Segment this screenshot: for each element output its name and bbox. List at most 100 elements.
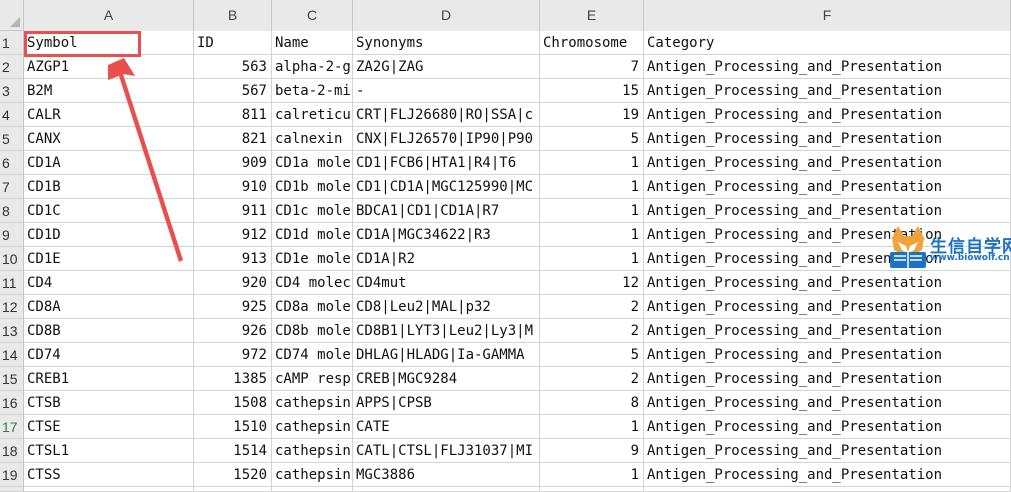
cell-f4[interactable]: Antigen_Processing_and_Presentation bbox=[644, 103, 1011, 127]
cell-a10[interactable]: CD1E bbox=[24, 247, 194, 271]
cell-e15[interactable]: 2 bbox=[540, 367, 644, 391]
cell-a17[interactable]: CTSE bbox=[24, 415, 194, 439]
row-header-4[interactable]: 4 bbox=[0, 103, 24, 127]
row-header-6[interactable]: 6 bbox=[0, 151, 24, 175]
cell-c9[interactable]: CD1d mole bbox=[272, 223, 353, 247]
cell-e7[interactable]: 1 bbox=[540, 175, 644, 199]
cell-d2[interactable]: ZA2G|ZAG bbox=[353, 55, 540, 79]
cell-e18[interactable]: 9 bbox=[540, 439, 644, 463]
cell-d16[interactable]: APPS|CPSB bbox=[353, 391, 540, 415]
cell-e5[interactable]: 5 bbox=[540, 127, 644, 151]
cell-a14[interactable]: CD74 bbox=[24, 343, 194, 367]
cell-b4[interactable]: 811 bbox=[194, 103, 272, 127]
cell-b6[interactable]: 909 bbox=[194, 151, 272, 175]
cell-b10[interactable]: 913 bbox=[194, 247, 272, 271]
cell-d11[interactable]: CD4mut bbox=[353, 271, 540, 295]
cell-c4[interactable]: calreticu bbox=[272, 103, 353, 127]
cell-e14[interactable]: 5 bbox=[540, 343, 644, 367]
cell-e4[interactable]: 19 bbox=[540, 103, 644, 127]
cell-a19[interactable]: CTSS bbox=[24, 463, 194, 487]
cell-b16[interactable]: 1508 bbox=[194, 391, 272, 415]
cell-f14[interactable]: Antigen_Processing_and_Presentation bbox=[644, 343, 1011, 367]
cell-a18[interactable]: CTSL1 bbox=[24, 439, 194, 463]
cell-b5[interactable]: 821 bbox=[194, 127, 272, 151]
row-header-15[interactable]: 15 bbox=[0, 367, 24, 391]
cell-b3[interactable]: 567 bbox=[194, 79, 272, 103]
cell-a7[interactable]: CD1B bbox=[24, 175, 194, 199]
column-header-c[interactable]: C bbox=[272, 0, 353, 31]
cell-b11[interactable]: 920 bbox=[194, 271, 272, 295]
cell-a16[interactable]: CTSB bbox=[24, 391, 194, 415]
cell-b18[interactable]: 1514 bbox=[194, 439, 272, 463]
cell-f8[interactable]: Antigen_Processing_and_Presentation bbox=[644, 199, 1011, 223]
column-header-a[interactable]: A bbox=[24, 0, 194, 31]
cell-b14[interactable]: 972 bbox=[194, 343, 272, 367]
row-header-18[interactable]: 18 bbox=[0, 439, 24, 463]
cell-a6[interactable]: CD1A bbox=[24, 151, 194, 175]
row-header-5[interactable]: 5 bbox=[0, 127, 24, 151]
row-header-11[interactable]: 11 bbox=[0, 271, 24, 295]
column-header-e[interactable]: E bbox=[540, 0, 644, 31]
cell-d17[interactable]: CATE bbox=[353, 415, 540, 439]
cell-c1[interactable]: Name bbox=[272, 31, 353, 55]
cell-e17[interactable]: 1 bbox=[540, 415, 644, 439]
cell-a3[interactable]: B2M bbox=[24, 79, 194, 103]
cell-c10[interactable]: CD1e mole bbox=[272, 247, 353, 271]
cell-c16[interactable]: cathepsin bbox=[272, 391, 353, 415]
cell-c19[interactable]: cathepsin bbox=[272, 463, 353, 487]
cell-d3[interactable]: - bbox=[353, 79, 540, 103]
row-header-2[interactable]: 2 bbox=[0, 55, 24, 79]
cell-b8[interactable]: 911 bbox=[194, 199, 272, 223]
cell-e1[interactable]: Chromosome bbox=[540, 31, 644, 55]
cell-c13[interactable]: CD8b mole bbox=[272, 319, 353, 343]
cell-f3[interactable]: Antigen_Processing_and_Presentation bbox=[644, 79, 1011, 103]
cell-f12[interactable]: Antigen_Processing_and_Presentation bbox=[644, 295, 1011, 319]
cell-e6[interactable]: 1 bbox=[540, 151, 644, 175]
cell-d6[interactable]: CD1|FCB6|HTA1|R4|T6 bbox=[353, 151, 540, 175]
cell-e16[interactable]: 8 bbox=[540, 391, 644, 415]
cell-d7[interactable]: CD1|CD1A|MGC125990|MC bbox=[353, 175, 540, 199]
row-header-3[interactable]: 3 bbox=[0, 79, 24, 103]
cell-d13[interactable]: CD8B1|LYT3|Leu2|Ly3|M bbox=[353, 319, 540, 343]
cell-c2[interactable]: alpha-2-g bbox=[272, 55, 353, 79]
cell-f6[interactable]: Antigen_Processing_and_Presentation bbox=[644, 151, 1011, 175]
cell-e2[interactable]: 7 bbox=[540, 55, 644, 79]
row-header-14[interactable]: 14 bbox=[0, 343, 24, 367]
row-header-12[interactable]: 12 bbox=[0, 295, 24, 319]
cell-c7[interactable]: CD1b mole bbox=[272, 175, 353, 199]
cell-a15[interactable]: CREB1 bbox=[24, 367, 194, 391]
cell-c17[interactable]: cathepsin bbox=[272, 415, 353, 439]
cell-d19[interactable]: MGC3886 bbox=[353, 463, 540, 487]
cell-a2[interactable]: AZGP1 bbox=[24, 55, 194, 79]
cell-c11[interactable]: CD4 molec bbox=[272, 271, 353, 295]
cell-d5[interactable]: CNX|FLJ26570|IP90|P90 bbox=[353, 127, 540, 151]
cell-d14[interactable]: DHLAG|HLADG|Ia-GAMMA bbox=[353, 343, 540, 367]
cell-e9[interactable]: 1 bbox=[540, 223, 644, 247]
cell-b7[interactable]: 910 bbox=[194, 175, 272, 199]
row-header-17[interactable]: 17 bbox=[0, 415, 24, 439]
cell-a12[interactable]: CD8A bbox=[24, 295, 194, 319]
row-header-1[interactable]: 1 bbox=[0, 31, 24, 55]
cell-f17[interactable]: Antigen_Processing_and_Presentation bbox=[644, 415, 1011, 439]
cell-f16[interactable]: Antigen_Processing_and_Presentation bbox=[644, 391, 1011, 415]
cell-c8[interactable]: CD1c mole bbox=[272, 199, 353, 223]
select-all-corner[interactable] bbox=[0, 0, 24, 31]
row-header-10[interactable]: 10 bbox=[0, 247, 24, 271]
cell-d1[interactable]: Synonyms bbox=[353, 31, 540, 55]
cell-e19[interactable]: 1 bbox=[540, 463, 644, 487]
cell-a11[interactable]: CD4 bbox=[24, 271, 194, 295]
cell-c14[interactable]: CD74 mole bbox=[272, 343, 353, 367]
column-header-d[interactable]: D bbox=[353, 0, 540, 31]
cell-d9[interactable]: CD1A|MGC34622|R3 bbox=[353, 223, 540, 247]
row-header-9[interactable]: 9 bbox=[0, 223, 24, 247]
cell-f5[interactable]: Antigen_Processing_and_Presentation bbox=[644, 127, 1011, 151]
cell-b17[interactable]: 1510 bbox=[194, 415, 272, 439]
cell-f13[interactable]: Antigen_Processing_and_Presentation bbox=[644, 319, 1011, 343]
cell-c12[interactable]: CD8a mole bbox=[272, 295, 353, 319]
cell-d15[interactable]: CREB|MGC9284 bbox=[353, 367, 540, 391]
row-header-16[interactable]: 16 bbox=[0, 391, 24, 415]
cell-b13[interactable]: 926 bbox=[194, 319, 272, 343]
cell-f15[interactable]: Antigen_Processing_and_Presentation bbox=[644, 367, 1011, 391]
cell-f19[interactable]: Antigen_Processing_and_Presentation bbox=[644, 463, 1011, 487]
cell-a8[interactable]: CD1C bbox=[24, 199, 194, 223]
